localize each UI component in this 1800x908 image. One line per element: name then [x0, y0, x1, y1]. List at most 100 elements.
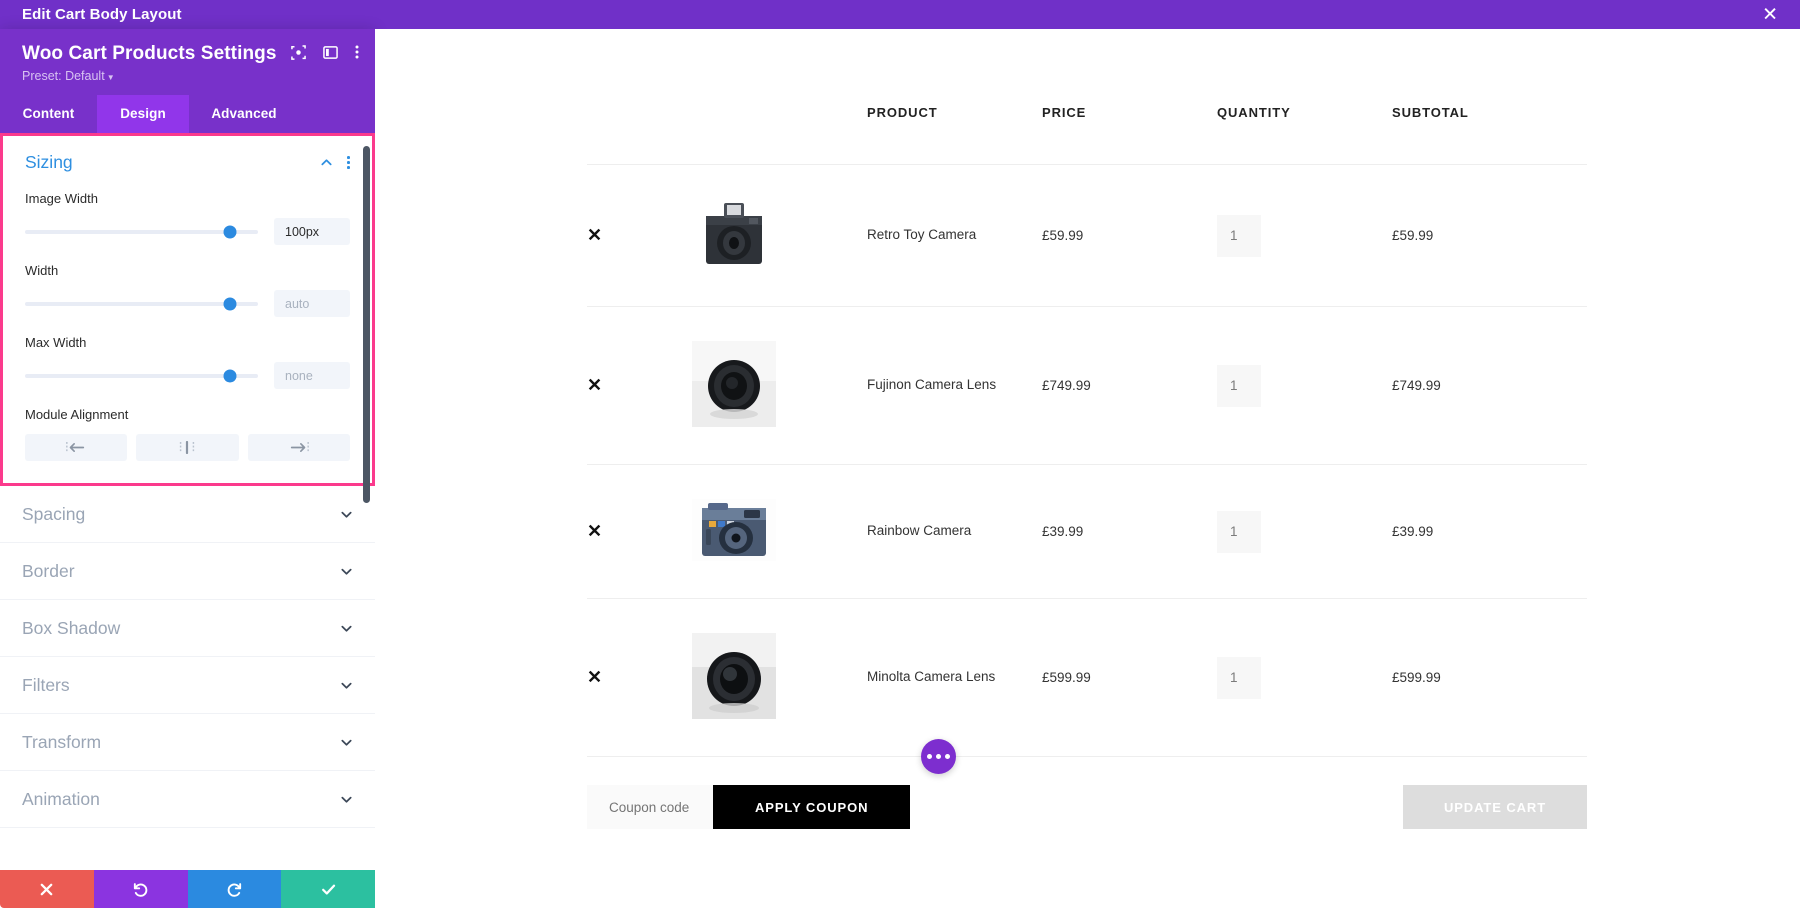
tab-advanced[interactable]: Advanced — [189, 95, 299, 133]
column-header-product: PRODUCT — [867, 29, 1042, 165]
product-price: £39.99 — [1042, 464, 1217, 599]
chevron-down-icon — [340, 622, 353, 635]
column-header-quantity: QUANTITY — [1217, 29, 1392, 165]
image-width-label: Image Width — [25, 191, 98, 206]
preset-selector[interactable]: Preset: Default ▼ — [22, 69, 353, 83]
chevron-down-icon — [340, 508, 353, 521]
product-subtotal: £39.99 — [1392, 464, 1587, 599]
cart-actions: APPLY COUPON UPDATE CART — [587, 785, 1587, 829]
cart-preview: PRODUCT PRICE QUANTITY SUBTOTAL ✕ Retro … — [375, 29, 1800, 908]
image-width-slider[interactable] — [25, 225, 258, 239]
column-header-subtotal: SUBTOTAL — [1392, 29, 1587, 165]
product-name[interactable]: Rainbow Camera — [867, 464, 1042, 599]
table-row: ✕ — [587, 464, 1587, 599]
chevron-up-icon[interactable] — [320, 156, 333, 169]
table-row: ✕ — [587, 598, 1587, 757]
product-quantity-cell: 1 — [1217, 598, 1392, 757]
align-left-icon[interactable] — [25, 434, 128, 461]
quantity-input[interactable]: 1 — [1217, 510, 1261, 553]
product-price: £599.99 — [1042, 598, 1217, 757]
quantity-input[interactable]: 1 — [1217, 214, 1261, 257]
field-image-width: Image Width 100px — [25, 191, 350, 245]
settings-group-filters[interactable]: Filters — [0, 657, 375, 714]
remove-item-button[interactable]: ✕ — [587, 306, 692, 465]
minolta-camera-lens-thumbnail[interactable] — [692, 633, 867, 722]
cancel-button[interactable] — [0, 870, 94, 908]
redo-button[interactable] — [187, 870, 282, 908]
sizing-group-header[interactable]: Sizing — [25, 152, 350, 173]
panel-header-icons — [291, 44, 359, 60]
coupon-input[interactable] — [587, 785, 713, 829]
animation-group-label: Animation — [22, 788, 100, 809]
cart-table: PRODUCT PRICE QUANTITY SUBTOTAL ✕ Retro … — [587, 29, 1587, 757]
field-module-alignment: Module Alignment — [25, 407, 350, 461]
table-row: ✕ — [587, 164, 1587, 307]
tab-content[interactable]: Content — [0, 95, 97, 133]
vertical-dots-icon[interactable] — [355, 44, 359, 60]
column-header-price: PRICE — [1042, 29, 1217, 165]
chevron-down-icon — [340, 736, 353, 749]
close-icon[interactable]: ✕ — [1762, 5, 1778, 24]
cart-table-header-row: PRODUCT PRICE QUANTITY SUBTOTAL — [587, 29, 1587, 165]
undo-button[interactable] — [93, 870, 188, 908]
max-width-input[interactable]: none — [274, 362, 350, 389]
image-width-input[interactable]: 100px — [274, 218, 350, 245]
rainbow-camera-thumbnail[interactable] — [692, 499, 867, 564]
product-quantity-cell: 1 — [1217, 306, 1392, 465]
chevron-down-icon — [340, 679, 353, 692]
product-name[interactable]: Fujinon Camera Lens — [867, 306, 1042, 465]
fujinon-camera-lens-thumbnail[interactable] — [692, 341, 867, 430]
quantity-input[interactable]: 1 — [1217, 656, 1261, 699]
focus-target-icon[interactable] — [291, 44, 306, 60]
field-width: Width auto — [25, 263, 350, 317]
apply-coupon-button[interactable]: APPLY COUPON — [713, 785, 911, 829]
box-shadow-group-label: Box Shadow — [22, 617, 121, 638]
width-slider[interactable] — [25, 297, 258, 311]
product-name[interactable]: Minolta Camera Lens — [867, 598, 1042, 757]
product-price: £749.99 — [1042, 306, 1217, 465]
field-max-width: Max Width none — [25, 335, 350, 389]
settings-group-border[interactable]: Border — [0, 543, 375, 600]
spacing-group-label: Spacing — [22, 503, 86, 524]
tab-design[interactable]: Design — [97, 95, 189, 133]
settings-group-spacing[interactable]: Spacing — [0, 486, 375, 543]
sizing-options-icon[interactable] — [347, 156, 350, 169]
remove-item-button[interactable]: ✕ — [587, 164, 692, 307]
layout-panel-icon[interactable] — [323, 45, 338, 60]
settings-tabs: Content Design Advanced — [0, 95, 375, 133]
filters-group-label: Filters — [22, 674, 70, 695]
quantity-input[interactable]: 1 — [1217, 364, 1261, 407]
border-group-label: Border — [22, 560, 75, 581]
sizing-group-title: Sizing — [25, 152, 73, 172]
product-quantity-cell: 1 — [1217, 164, 1392, 307]
product-quantity-cell: 1 — [1217, 464, 1392, 599]
product-price: £59.99 — [1042, 164, 1217, 307]
save-button[interactable] — [281, 870, 375, 908]
settings-panel-header: Woo Cart Products Settings Preset: Defau… — [0, 29, 375, 95]
remove-item-button[interactable]: ✕ — [587, 464, 692, 599]
align-center-icon[interactable] — [136, 434, 239, 461]
product-subtotal: £749.99 — [1392, 306, 1587, 465]
editor-title: Edit Cart Body Layout — [22, 6, 182, 23]
update-cart-button[interactable]: UPDATE CART — [1403, 785, 1587, 829]
product-thumbnail-cell — [692, 306, 867, 465]
product-thumbnail-cell — [692, 464, 867, 599]
module-alignment-label: Module Alignment — [25, 407, 129, 422]
panel-scrollbar[interactable] — [363, 146, 370, 503]
settings-group-animation[interactable]: Animation — [0, 771, 375, 828]
retro-toy-camera-thumbnail[interactable] — [692, 199, 867, 272]
max-width-label: Max Width — [25, 335, 87, 350]
chevron-down-icon — [340, 793, 353, 806]
remove-item-button[interactable]: ✕ — [587, 598, 692, 757]
product-thumbnail-cell — [692, 164, 867, 307]
settings-group-sizing: Sizing Image Width 100px Width auto Max … — [0, 133, 375, 486]
settings-group-box-shadow[interactable]: Box Shadow — [0, 600, 375, 657]
align-right-icon[interactable] — [247, 434, 350, 461]
settings-panel-body: Sizing Image Width 100px Width auto Max … — [0, 133, 375, 870]
product-name[interactable]: Retro Toy Camera — [867, 164, 1042, 307]
width-input[interactable]: auto — [274, 290, 350, 317]
preset-label: Preset: Default — [22, 69, 105, 83]
max-width-slider[interactable] — [25, 369, 258, 383]
settings-group-transform[interactable]: Transform — [0, 714, 375, 771]
ellipsis-icon[interactable] — [921, 739, 956, 774]
